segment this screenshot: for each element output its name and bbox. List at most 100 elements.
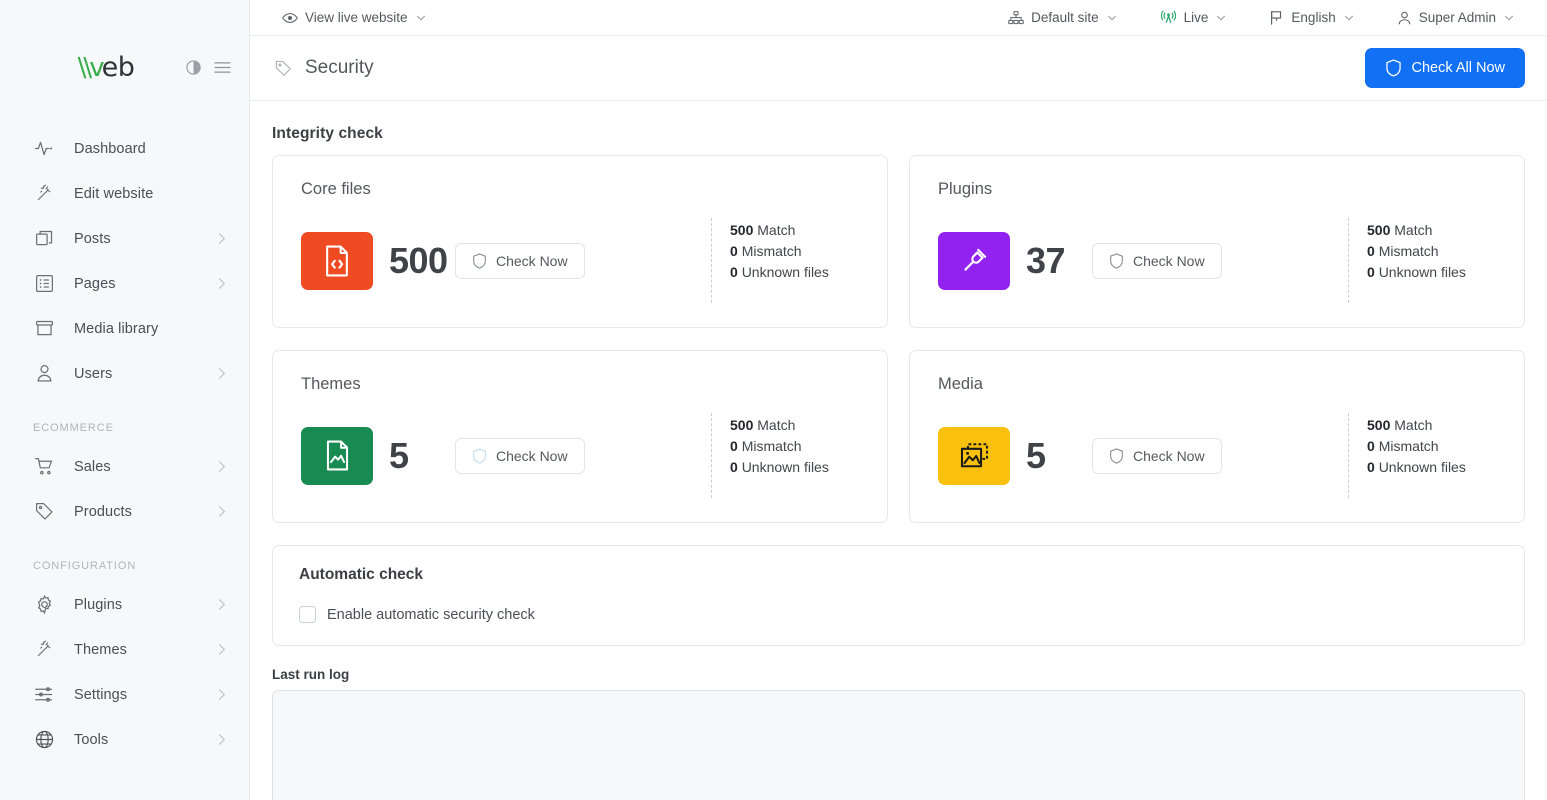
- cart-icon: [32, 455, 56, 479]
- enable-automatic-security-check-checkbox[interactable]: [299, 606, 316, 623]
- stat-mismatch: 0 Mismatch: [730, 241, 861, 262]
- stat-value: 0: [730, 264, 738, 280]
- app-root: \\veb Dashboard Edit: [0, 0, 1547, 800]
- stat-label: Unknown files: [1379, 459, 1466, 475]
- environment-selector[interactable]: Live: [1152, 10, 1236, 26]
- sidebar-item-plugins[interactable]: Plugins: [0, 582, 249, 627]
- topbar-right: Default site Live: [1000, 10, 1533, 26]
- sitemap-icon: [1008, 10, 1024, 26]
- gear-icon: [32, 593, 56, 617]
- integrity-cards-grid: Core files 500 Check Now: [272, 155, 1525, 523]
- stat-unknown: 0 Unknown files: [1367, 457, 1498, 478]
- stat-label: Unknown files: [1379, 264, 1466, 280]
- tag-icon: [32, 500, 56, 524]
- stat-value: 500: [1367, 417, 1390, 433]
- sidebar-item-label: Themes: [74, 642, 127, 658]
- stat-unknown: 0 Unknown files: [1367, 262, 1498, 283]
- stat-label: Unknown files: [742, 264, 829, 280]
- sidebar-item-label: Edit website: [74, 186, 153, 202]
- chevron-down-icon: [1343, 12, 1355, 24]
- stat-label: Match: [1394, 417, 1432, 433]
- card-title: Themes: [301, 375, 861, 394]
- stat-value: 0: [1367, 459, 1375, 475]
- sidebar-item-sales[interactable]: Sales: [0, 444, 249, 489]
- sidebar-item-dashboard[interactable]: Dashboard: [0, 126, 249, 171]
- card-count: 500: [389, 240, 455, 282]
- images-icon: [938, 427, 1010, 485]
- stat-value: 500: [730, 417, 753, 433]
- chevron-right-icon: [214, 687, 229, 702]
- stat-label: Mismatch: [1379, 243, 1439, 259]
- list-icon: [32, 272, 56, 296]
- sidebar-item-users[interactable]: Users: [0, 351, 249, 396]
- stat-match: 500 Match: [1367, 220, 1498, 241]
- account-menu[interactable]: Super Admin: [1389, 10, 1523, 26]
- shield-icon: [1385, 59, 1402, 77]
- language-label: English: [1291, 10, 1335, 25]
- sidebar-item-settings[interactable]: Settings: [0, 672, 249, 717]
- contrast-icon[interactable]: [186, 60, 201, 75]
- sidebar-item-products[interactable]: Products: [0, 489, 249, 534]
- stat-label: Mismatch: [742, 243, 802, 259]
- card-count: 5: [1026, 435, 1092, 477]
- shield-icon: [1109, 253, 1124, 269]
- card-stats: 500 Match 0 Mismatch 0 Unknown files: [711, 218, 861, 303]
- chevron-right-icon: [214, 642, 229, 657]
- sidebar-item-themes[interactable]: Themes: [0, 627, 249, 672]
- sidebar-item-label: Pages: [74, 276, 116, 292]
- automatic-check-card: Automatic check Enable automatic securit…: [272, 545, 1525, 646]
- sidebar-group-configuration: CONFIGURATION: [0, 560, 249, 572]
- sidebar-item-label: Settings: [74, 687, 127, 703]
- globe-icon: [32, 728, 56, 752]
- card-core-files: Core files 500 Check Now: [272, 155, 888, 328]
- sidebar-item-label: Posts: [74, 231, 111, 247]
- card-count: 5: [389, 435, 455, 477]
- sidebar-item-label: Sales: [74, 459, 111, 475]
- hamburger-icon[interactable]: [214, 61, 231, 74]
- sidebar-item-pages[interactable]: Pages: [0, 261, 249, 306]
- card-stats: 500 Match 0 Mismatch 0 Unknown files: [711, 413, 861, 498]
- stat-match: 500 Match: [730, 220, 861, 241]
- check-now-button[interactable]: Check Now: [455, 243, 585, 279]
- logo-mark: \\v: [78, 53, 102, 83]
- check-now-button[interactable]: Check Now: [1092, 438, 1222, 474]
- enable-automatic-security-check-row[interactable]: Enable automatic security check: [299, 606, 1498, 623]
- check-now-label: Check Now: [1133, 253, 1205, 269]
- stat-label: Mismatch: [1379, 438, 1439, 454]
- stat-value: 0: [730, 438, 738, 454]
- check-all-now-label: Check All Now: [1412, 60, 1505, 76]
- last-run-log-box[interactable]: [272, 690, 1525, 800]
- main-area: View live website Default site: [250, 0, 1547, 800]
- stat-value: 500: [730, 222, 753, 238]
- page-header: Security Check All Now: [250, 36, 1547, 101]
- content-area: Integrity check Core files 500: [250, 101, 1547, 800]
- language-selector[interactable]: English: [1261, 10, 1362, 26]
- logo[interactable]: \\veb: [0, 54, 186, 81]
- card-title: Core files: [301, 180, 861, 199]
- sidebar-group-ecommerce: ECOMMERCE: [0, 422, 249, 434]
- chevron-right-icon: [214, 597, 229, 612]
- stat-value: 0: [730, 459, 738, 475]
- plug-icon: [938, 232, 1010, 290]
- card-stats: 500 Match 0 Mismatch 0 Unknown files: [1348, 218, 1498, 303]
- sidebar-item-label: Plugins: [74, 597, 122, 613]
- sidebar-item-media-library[interactable]: Media library: [0, 306, 249, 351]
- stat-mismatch: 0 Mismatch: [1367, 436, 1498, 457]
- automatic-check-title: Automatic check: [299, 566, 1498, 584]
- view-live-website-button[interactable]: View live website: [274, 0, 435, 35]
- sidebar-item-posts[interactable]: Posts: [0, 216, 249, 261]
- chevron-down-icon: [415, 12, 427, 24]
- stat-label: Unknown files: [742, 459, 829, 475]
- stat-value: 0: [730, 243, 738, 259]
- check-now-button[interactable]: Check Now: [1092, 243, 1222, 279]
- check-all-now-button[interactable]: Check All Now: [1365, 48, 1525, 88]
- check-now-label: Check Now: [496, 448, 568, 464]
- site-selector[interactable]: Default site: [1000, 10, 1126, 26]
- sidebar-item-edit-website[interactable]: Edit website: [0, 171, 249, 216]
- file-image-icon: [301, 427, 373, 485]
- sidebar-item-label: Products: [74, 504, 132, 520]
- sidebar-item-tools[interactable]: Tools: [0, 717, 249, 762]
- stat-unknown: 0 Unknown files: [730, 457, 861, 478]
- card-title: Plugins: [938, 180, 1498, 199]
- check-now-button[interactable]: Check Now: [455, 438, 585, 474]
